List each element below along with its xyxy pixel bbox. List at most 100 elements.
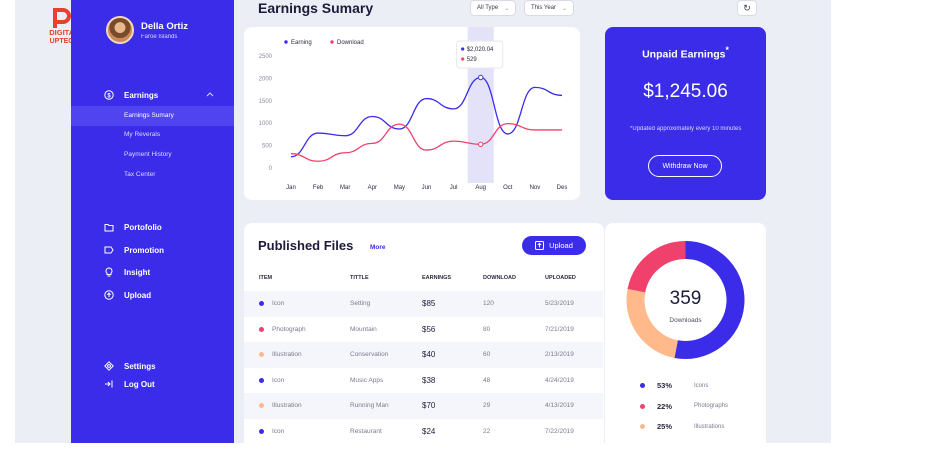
downloads-count: 359	[670, 288, 702, 309]
item-type-label: Icon	[272, 376, 285, 384]
nav-insight[interactable]: Insight	[104, 267, 150, 277]
col-earnings: EARNINGS	[422, 275, 452, 281]
cell-title: Music Apps	[350, 376, 384, 384]
col-uploaded: UPLOADED	[545, 275, 576, 281]
cell-download: 60	[483, 342, 545, 368]
refresh-icon: ↻	[743, 2, 751, 13]
item-type-label: Illustration	[272, 351, 302, 359]
cell-download: 120	[483, 291, 545, 317]
files-table: ITEM TITTLE EARNINGS DOWNLOAD UPLOADED I…	[244, 265, 603, 443]
unpaid-note: *Updated approximately every 10 minutes	[630, 126, 742, 132]
unpaid-title: Unpaid Earnings*	[605, 45, 766, 61]
cell-download: 29	[483, 393, 545, 419]
cell-uploaded: 7/22/2019	[545, 427, 574, 435]
col-download: DOWNLOAD	[483, 275, 516, 281]
cell-item: Icon	[244, 368, 350, 394]
downloads-donut: 359 Downloads	[626, 241, 745, 359]
avatar	[106, 16, 134, 44]
gear-icon	[104, 361, 114, 371]
cell-item: Icon	[244, 419, 350, 444]
legend-label: Illustrations	[694, 423, 725, 430]
item-type-dot	[259, 428, 264, 434]
cell-title: Restaurant	[350, 427, 382, 435]
lightbulb-icon	[104, 267, 114, 277]
legend-row: 53% Icons	[640, 381, 708, 390]
legend-label: Icons	[694, 382, 709, 389]
donut-slice-photographs	[627, 241, 686, 293]
legend-percent: 22%	[657, 401, 673, 411]
legend-dot	[640, 403, 645, 409]
cell-uploaded: 2/13/2019	[545, 342, 603, 368]
cell-uploaded: 4/13/2019	[545, 393, 603, 419]
item-type-dot	[259, 301, 264, 307]
table-row[interactable]: Icon Music Apps $38 48 4/24/2019	[244, 368, 603, 394]
nav-insight-label: Insight	[124, 267, 151, 277]
legend-dot	[640, 424, 645, 429]
nav-sub-my-reverals[interactable]: My Reverals	[124, 131, 160, 138]
cell-earnings: $24	[422, 426, 436, 436]
cell-title: Setting	[350, 291, 422, 317]
cell-uploaded: 4/24/2019	[545, 376, 574, 384]
nav-sub-earnings-summary[interactable]: Earnings Sumary	[71, 106, 234, 126]
unpaid-title-text: Unpaid Earnings	[642, 48, 726, 61]
nav-settings-label: Settings	[124, 361, 156, 371]
nav-settings[interactable]: Settings	[104, 361, 156, 371]
cell-item: Photograph	[244, 317, 350, 343]
table-row[interactable]: Photograph Mountain $56 80 7/21/2019	[244, 317, 603, 343]
col-title: TITTLE	[350, 275, 369, 281]
cell-earnings: $38	[422, 375, 436, 385]
cell-item: Illustration	[244, 342, 350, 368]
cell-title: Running Man	[350, 393, 422, 419]
table-row[interactable]: Icon Setting $85 120 5/23/2019	[244, 291, 603, 317]
withdraw-now-button[interactable]: Withdraw Now	[648, 155, 722, 177]
nav-promotion[interactable]: Promotion	[104, 245, 164, 255]
nav-portofolio[interactable]: Portofolio	[104, 222, 162, 232]
user-location: Faroe Islands	[141, 33, 178, 40]
chevron-up-icon[interactable]	[206, 91, 214, 97]
legend-percent: 25%	[657, 422, 673, 431]
nav-logout-label: Log Out	[124, 379, 155, 389]
legend-row: 25% Illustrations	[640, 422, 724, 431]
item-type-dot	[259, 352, 264, 358]
item-type-dot	[259, 326, 264, 332]
cell-uploaded: 5/23/2019	[545, 291, 603, 317]
nav-sub-payment-history[interactable]: Payment History	[124, 151, 172, 158]
upload-circle-icon	[104, 290, 114, 300]
nav-upload-label: Upload	[124, 290, 152, 300]
nav-portofolio-label: Portofolio	[124, 222, 162, 232]
cell-item: Illustration	[244, 393, 350, 419]
table-row[interactable]: Icon Restaurant $24 22 7/22/2019	[244, 419, 603, 444]
cell-item: Icon	[244, 291, 350, 317]
cell-download: 80	[483, 325, 491, 333]
item-type-label: Icon	[272, 300, 285, 308]
downloads-label: Downloads	[669, 317, 702, 324]
legend-row: 22% Photographs	[640, 402, 728, 411]
user-profile[interactable]: Della Ortiz Faroe Islands	[106, 16, 188, 44]
refresh-button[interactable]: ↻	[737, 0, 757, 16]
nav-sub-tax-center[interactable]: Tax Center	[124, 171, 155, 178]
item-type-label: Illustration	[272, 402, 302, 410]
cell-earnings: $70	[422, 393, 483, 419]
cell-title: Mountain	[350, 325, 377, 333]
legend-percent: 53%	[657, 381, 673, 390]
cell-uploaded: 7/21/2019	[545, 325, 574, 333]
table-row[interactable]: Illustration Conservation $40 60 2/13/2019	[244, 342, 603, 368]
unpaid-amount: $1,245.06	[643, 81, 728, 102]
col-item: ITEM	[259, 275, 273, 281]
legend-dot	[640, 383, 645, 388]
nav-upload[interactable]: Upload	[104, 290, 151, 300]
nav-logout[interactable]: Log Out	[104, 379, 155, 389]
nav-earnings-label: Earnings	[124, 90, 159, 100]
sidebar: Della Ortiz Faroe Islands $ Earnings Ear…	[71, 0, 234, 443]
item-type-label: Photograph	[272, 325, 306, 333]
nav-earnings[interactable]: $ Earnings	[104, 90, 158, 100]
tag-icon	[104, 245, 114, 255]
cell-earnings: $85	[422, 291, 483, 317]
nav-promotion-label: Promotion	[124, 245, 164, 255]
unpaid-earnings-card: Unpaid Earnings* $1,245.06 *Updated appr…	[605, 27, 766, 200]
table-row[interactable]: Illustration Running Man $70 29 4/13/2019	[244, 393, 603, 419]
table-header-row: ITEM TITTLE EARNINGS DOWNLOAD UPLOADED	[244, 265, 603, 291]
dashboard: DIGITAL UPTECH Della Ortiz Faroe Islands…	[15, 0, 831, 443]
cell-download: 22	[483, 427, 491, 435]
files-table-wrap: ITEM TITTLE EARNINGS DOWNLOAD UPLOADED I…	[244, 0, 604, 443]
